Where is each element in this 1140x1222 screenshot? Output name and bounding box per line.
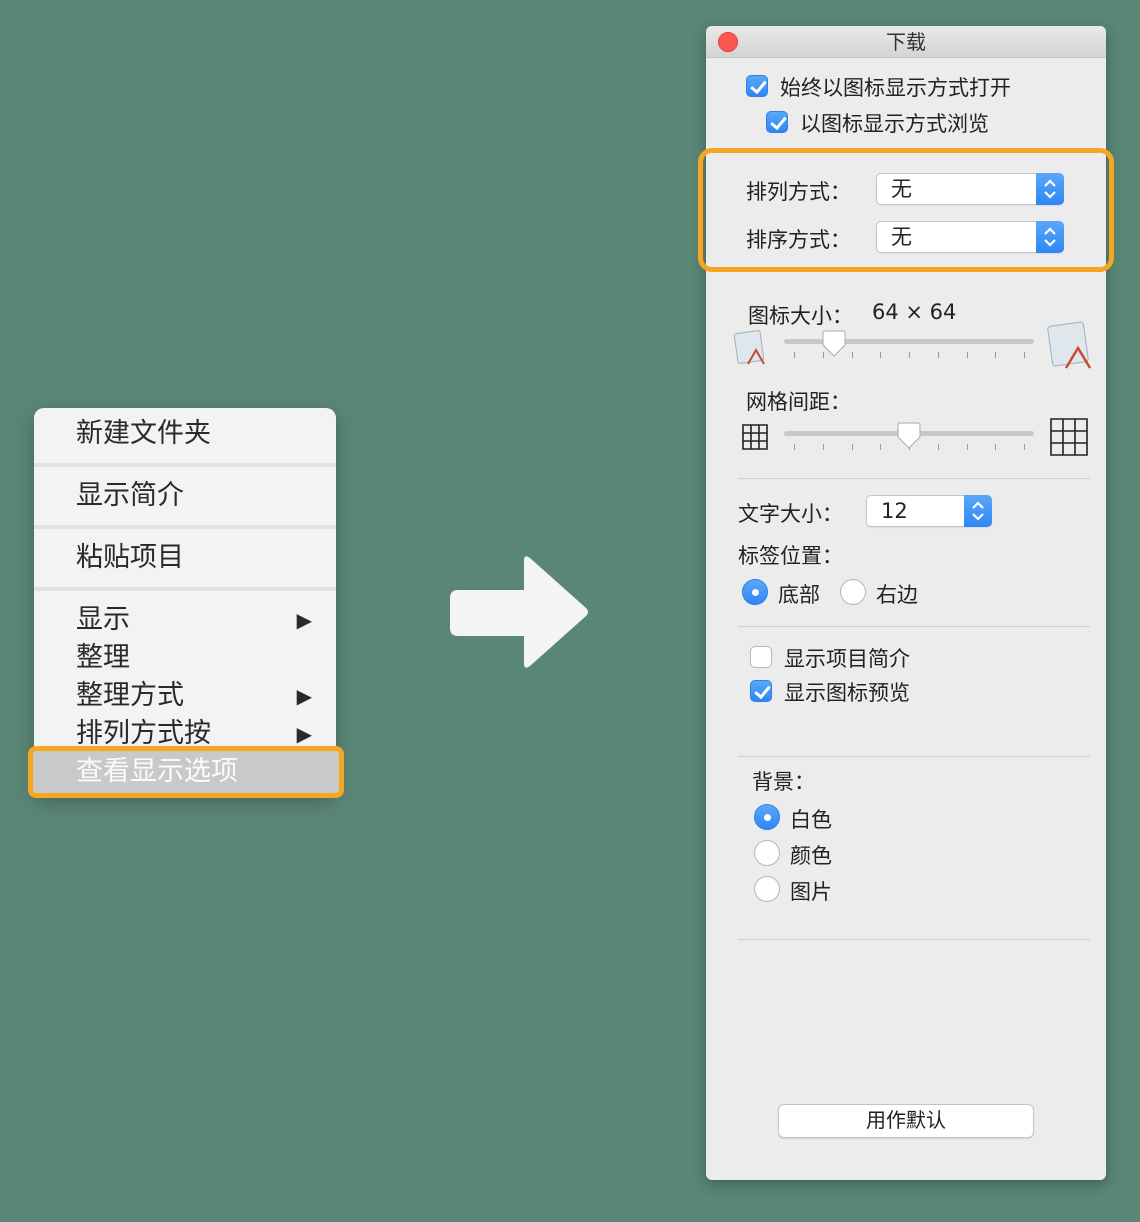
menu-item-label: 查看显示选项 (76, 756, 238, 787)
menu-item-new-folder[interactable]: 新建文件夹 (34, 414, 336, 454)
browse-checkbox[interactable] (766, 111, 788, 133)
menu-item-label: 显示 (76, 604, 130, 635)
divider (738, 939, 1090, 940)
icon-size-value: 64 × 64 (872, 300, 957, 324)
slider-tick (851, 352, 853, 358)
menu-item-label: 粘贴项目 (76, 542, 184, 573)
always-open-label: 始终以图标显示方式打开 (780, 76, 1011, 100)
menu-item-label: 排列方式按 (76, 718, 211, 749)
context-menu: 新建文件夹 显示简介 粘贴项目 显示 ▶ 整理 整理方式 ▶ 排列方式按 ▶ (34, 408, 336, 796)
window-title: 下载 (886, 30, 926, 54)
menu-item-paste[interactable]: 粘贴项目 (34, 538, 336, 578)
slider-tick (1024, 444, 1025, 450)
slider-tick (937, 444, 939, 450)
menu-item-show[interactable]: 显示 ▶ (34, 600, 336, 640)
bg-white-label: 白色 (790, 808, 832, 832)
app-icon-small (734, 330, 765, 365)
grid-spacing-slider-knob[interactable] (896, 422, 922, 450)
menu-item-clean-up[interactable]: 整理 (34, 638, 336, 678)
label-right-text: 右边 (876, 583, 918, 607)
arrow-right-icon (450, 556, 588, 668)
label-right-radio[interactable] (840, 579, 866, 605)
label-position-label: 标签位置： (738, 544, 843, 568)
bg-color-label: 颜色 (790, 844, 832, 868)
divider (738, 626, 1090, 627)
menu-item-label: 新建文件夹 (76, 418, 211, 449)
bg-picture-radio[interactable] (754, 876, 780, 902)
title-bar: 下载 (706, 26, 1106, 58)
text-size-value: 12 (881, 499, 908, 523)
slider-tick (966, 444, 968, 450)
use-as-defaults-button[interactable]: 用作默认 (778, 1104, 1034, 1138)
app-icon-large (1047, 321, 1092, 369)
show-item-info-label: 显示项目简介 (784, 647, 910, 671)
label-bottom-radio[interactable] (742, 579, 768, 605)
menu-item-label: 显示简介 (76, 480, 184, 511)
browse-label: 以图标显示方式浏览 (800, 112, 989, 136)
menu-item-show-view-options[interactable]: 查看显示选项 (76, 752, 238, 792)
icon-size-label: 图标大小： (748, 304, 853, 328)
slider-tick (937, 352, 939, 358)
text-size-popup[interactable]: 12 (866, 495, 992, 527)
slider-tick (880, 444, 882, 450)
menu-item-get-info[interactable]: 显示简介 (34, 476, 336, 516)
background-label: 背景： (752, 770, 815, 794)
menu-separator (34, 587, 336, 591)
menu-item-label: 整理方式 (76, 680, 184, 711)
show-item-info-checkbox[interactable] (750, 646, 772, 668)
grid-small-icon (742, 424, 768, 450)
bg-color-radio[interactable] (754, 840, 780, 866)
slider-tick (794, 352, 795, 358)
show-icon-preview-label: 显示图标预览 (784, 681, 910, 705)
slider-tick (794, 444, 795, 450)
slider-tick (1024, 352, 1025, 358)
menu-separator (34, 463, 336, 467)
menu-item-clean-up-by[interactable]: 整理方式 ▶ (34, 676, 336, 716)
bg-white-radio[interactable] (754, 804, 780, 830)
menu-item-label: 整理 (76, 642, 130, 673)
menu-separator (34, 525, 336, 529)
label-bottom-text: 底部 (778, 583, 820, 607)
slider-tick (995, 444, 997, 450)
submenu-arrow-icon: ▶ (296, 684, 312, 708)
slider-tick (966, 352, 968, 358)
slider-tick (851, 444, 853, 450)
divider (738, 756, 1090, 757)
text-size-label: 文字大小： (738, 502, 843, 526)
icon-size-slider-knob[interactable] (821, 330, 847, 358)
slider-tick (880, 352, 882, 358)
submenu-arrow-icon: ▶ (296, 608, 312, 632)
always-open-checkbox[interactable] (746, 75, 768, 97)
highlight-frame-arrange (698, 148, 1114, 272)
grid-large-icon (1050, 418, 1088, 456)
show-icon-preview-checkbox[interactable] (750, 680, 772, 702)
slider-tick (909, 352, 910, 358)
bg-picture-label: 图片 (790, 880, 832, 904)
grid-spacing-label: 网格间距： (746, 390, 851, 414)
slider-tick (995, 352, 997, 358)
stepper-icon (964, 495, 992, 527)
divider (738, 478, 1090, 479)
slider-tick (822, 444, 824, 450)
